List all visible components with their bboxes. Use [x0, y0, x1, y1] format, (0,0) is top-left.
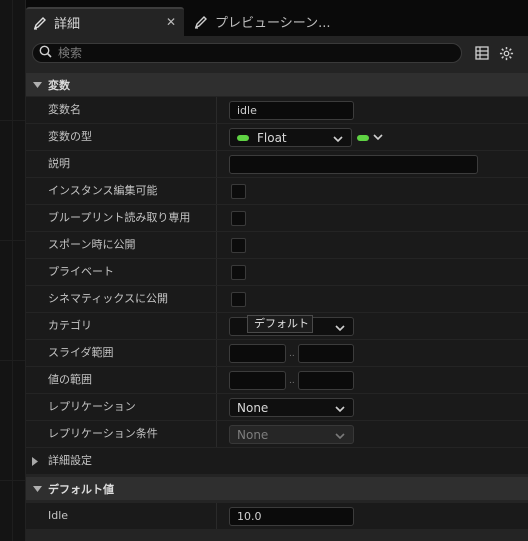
row-blueprint-readonly: ブループリント読み取り専用 [26, 205, 528, 232]
blueprint-readonly-checkbox[interactable] [231, 211, 246, 226]
section-title: デフォルト値 [48, 482, 114, 496]
row-label: カテゴリ [48, 319, 92, 332]
section-variables[interactable]: 変数 [26, 73, 528, 96]
chevron-down-icon [333, 132, 343, 146]
dropdown-value: None [237, 427, 269, 442]
dropdown-value: Float [257, 130, 287, 145]
tab-label: プレビューシーン... [215, 16, 331, 31]
private-checkbox[interactable] [231, 265, 246, 280]
tab-preview-scene[interactable]: プレビューシーン... [189, 7, 369, 36]
chevron-down-icon [335, 402, 345, 416]
slider-range-max-input[interactable] [298, 344, 354, 363]
row-replication: レプリケーション None [26, 394, 528, 421]
row-label: スポーン時に公開 [48, 238, 136, 251]
search-row [26, 36, 528, 70]
range-separator: .. [289, 376, 295, 386]
value-range-min-input[interactable] [229, 371, 286, 390]
tab-label: 詳細 [54, 17, 81, 32]
pencil-icon [193, 15, 209, 29]
chevron-down-icon [26, 81, 48, 88]
chevron-right-icon [32, 456, 38, 469]
section-default-value[interactable]: デフォルト値 [26, 477, 528, 500]
row-label: ブループリント読み取り専用 [48, 211, 191, 224]
slider-range-min-input[interactable] [229, 344, 286, 363]
row-label: 説明 [48, 157, 70, 170]
search-icon [39, 45, 52, 61]
replication-condition-dropdown[interactable]: None [229, 425, 354, 444]
advanced-settings-expander[interactable]: 詳細設定 [26, 448, 528, 475]
row-label: 詳細設定 [48, 454, 92, 467]
expose-cinematics-checkbox[interactable] [231, 292, 246, 307]
chevron-down-icon [26, 485, 48, 492]
instance-editable-checkbox[interactable] [231, 184, 246, 199]
row-value-range: 値の範囲 .. [26, 367, 528, 394]
row-label: レプリケーション [48, 400, 136, 413]
graph-edge-strip [0, 0, 26, 541]
variable-type-dropdown[interactable]: Float [229, 128, 352, 147]
row-expose-on-spawn: スポーン時に公開 [26, 232, 528, 259]
float-pin-icon [237, 134, 249, 141]
row-description: 説明 [26, 151, 528, 178]
row-label: Idle [48, 509, 69, 522]
close-icon[interactable]: ✕ [166, 15, 176, 29]
variable-name-input[interactable]: idle [229, 101, 354, 120]
expose-on-spawn-checkbox[interactable] [231, 238, 246, 253]
category-value-tooltip: デフォルト [247, 315, 313, 333]
container-type-dropdown[interactable] [357, 128, 389, 147]
section-title: 変数 [48, 78, 70, 92]
row-label: シネマティックスに公開 [48, 292, 169, 305]
replication-dropdown[interactable]: None [229, 398, 354, 417]
row-label: スライダ範囲 [48, 346, 114, 359]
row-replication-condition: レプリケーション条件 None [26, 421, 528, 448]
row-default-idle: Idle 10.0 [26, 503, 528, 530]
tab-details[interactable]: 詳細 ✕ [26, 7, 184, 36]
details-panel: 変数 変数名 idle 変数の型 Float 説明 インスタンス編集可能 [26, 36, 528, 541]
description-input[interactable] [229, 155, 478, 174]
row-label: 変数の型 [48, 130, 92, 143]
row-label: 値の範囲 [48, 373, 92, 386]
tab-bar: 詳細 ✕ プレビューシーン... [26, 0, 528, 36]
search-box[interactable] [32, 43, 462, 63]
row-private: プライベート [26, 259, 528, 286]
row-label: 変数名 [48, 103, 81, 116]
float-pin-icon [357, 134, 369, 141]
value-range-max-input[interactable] [298, 371, 354, 390]
chevron-down-icon [335, 429, 345, 443]
range-separator: .. [289, 349, 295, 359]
row-label: レプリケーション条件 [48, 427, 158, 440]
row-expose-cinematics: シネマティックスに公開 [26, 286, 528, 313]
row-label: プライベート [48, 265, 114, 278]
pencil-icon [32, 16, 48, 30]
chevron-down-icon [373, 134, 383, 141]
row-slider-range: スライダ範囲 .. [26, 340, 528, 367]
chevron-down-icon [335, 321, 345, 335]
idle-default-value-input[interactable]: 10.0 [229, 507, 354, 526]
search-input[interactable] [58, 46, 438, 60]
gear-icon[interactable] [498, 45, 514, 61]
row-category: カテゴリ デフォルト [26, 313, 528, 340]
dropdown-value: None [237, 400, 269, 415]
row-label: インスタンス編集可能 [48, 184, 158, 197]
row-instance-editable: インスタンス編集可能 [26, 178, 528, 205]
row-variable-name: 変数名 idle [26, 97, 528, 124]
table-view-icon[interactable] [474, 45, 490, 61]
row-variable-type: 変数の型 Float [26, 124, 528, 151]
